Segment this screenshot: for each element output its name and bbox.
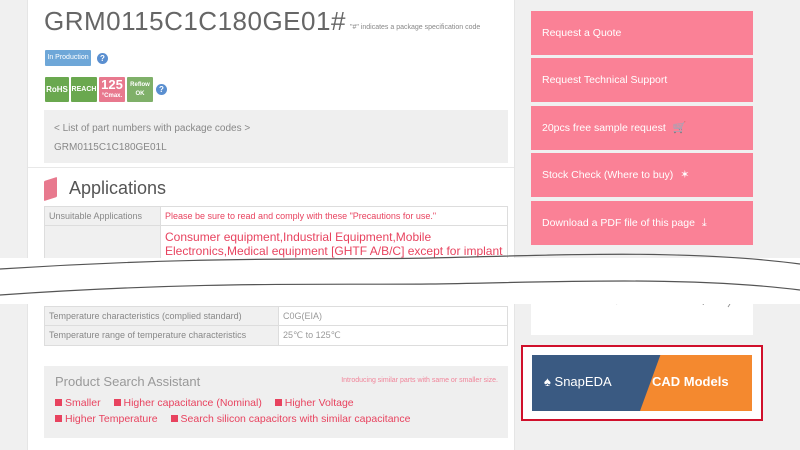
reach-badge: REACH: [71, 77, 97, 102]
page-break-wave: [0, 253, 800, 296]
production-status-badge: In Production: [45, 50, 91, 66]
stock-check-button[interactable]: Stock Check (Where to buy) ✶: [531, 153, 753, 197]
sample-request-button[interactable]: 20pcs free sample request 🛒: [531, 106, 753, 150]
psa-links: Smaller Higher capacitance (Nominal) Hig…: [55, 395, 497, 427]
temp-char-value: C0G(EIA): [278, 306, 508, 326]
precautions-link[interactable]: Please be sure to read and comply with t…: [160, 206, 508, 226]
snapeda-logo-text: SnapEDA: [554, 374, 612, 389]
package-codes-box: < List of part numbers with package code…: [44, 110, 508, 163]
tech-support-button[interactable]: Request Technical Support: [531, 58, 753, 102]
snapeda-logo-icon: ♠: [544, 374, 551, 389]
request-quote-button[interactable]: Request a Quote: [531, 11, 753, 55]
psa-link-silicon-capacitors[interactable]: Search silicon capacitors with similar c…: [171, 413, 411, 425]
table-row: Temperature range of temperature charact…: [44, 325, 508, 346]
product-search-assistant: Product Search Assistant Introducing sim…: [44, 366, 508, 438]
psa-link-smaller[interactable]: Smaller: [55, 397, 101, 409]
part-number-title: GRM0115C1C180GE01#: [44, 6, 346, 36]
psa-link-higher-voltage[interactable]: Higher Voltage: [275, 397, 354, 409]
pdf-download-button[interactable]: Download a PDF file of this page ⤓: [531, 201, 753, 245]
psa-link-higher-capacitance[interactable]: Higher capacitance (Nominal): [114, 397, 262, 409]
applications-title: Applications: [69, 178, 167, 198]
temp-char-label: Temperature characteristics (complied st…: [44, 306, 279, 326]
cad-models-highlight: ♠ SnapEDA CAD Models: [521, 345, 763, 421]
tech-support-label: Request Technical Support: [542, 74, 668, 86]
max-temp-unit: °Cmax.: [101, 93, 123, 99]
package-code-note: "#" indicates a package specification co…: [350, 24, 481, 31]
pdf-download-label: Download a PDF file of this page: [542, 217, 695, 229]
sample-request-label: 20pcs free sample request: [542, 122, 666, 134]
cart-icon: 🛒: [672, 122, 687, 134]
action-sidebar: Request a Quote Request Technical Suppor…: [515, 0, 773, 450]
psa-note: Introducing similar parts with same or s…: [341, 377, 498, 384]
package-code-item: GRM0115C1C180GE01L: [54, 142, 167, 153]
network-icon: ✶: [680, 169, 690, 181]
snapeda-logo: ♠ SnapEDA: [544, 374, 612, 389]
cad-models-label: CAD Models: [652, 374, 729, 389]
table-row: Temperature characteristics (complied st…: [44, 306, 508, 326]
request-quote-label: Request a Quote: [542, 27, 622, 39]
table-row: Unsuitable Applications Please be sure t…: [44, 206, 508, 226]
unsuitable-apps-label: Unsuitable Applications: [44, 206, 161, 226]
status-help-icon[interactable]: ?: [97, 53, 108, 64]
package-codes-header: < List of part numbers with package code…: [54, 123, 251, 134]
temp-range-value: 25℃ to 125℃: [278, 325, 508, 346]
section-marker-icon: [44, 176, 57, 201]
certs-help-icon[interactable]: ?: [156, 84, 167, 95]
stock-check-label: Stock Check (Where to buy): [542, 169, 674, 181]
section-divider: [28, 167, 514, 168]
product-detail-panel: GRM0115C1C180GE01# "#" indicates a packa…: [27, 0, 515, 450]
cad-models-button[interactable]: ♠ SnapEDA CAD Models: [532, 355, 752, 411]
specs-table: Temperature characteristics (complied st…: [44, 306, 508, 346]
max-temp-value: 125: [101, 77, 123, 92]
temp-range-label: Temperature range of temperature charact…: [44, 325, 279, 346]
rohs-badge: RoHS: [45, 77, 69, 102]
psa-link-higher-temperature[interactable]: Higher Temperature: [55, 413, 158, 425]
download-icon: ⤓: [701, 217, 707, 229]
max-temp-badge: 125 °Cmax.: [99, 77, 125, 102]
reflow-ok-badge: Reflow OK: [127, 77, 153, 102]
applications-heading: Applications: [44, 176, 167, 201]
